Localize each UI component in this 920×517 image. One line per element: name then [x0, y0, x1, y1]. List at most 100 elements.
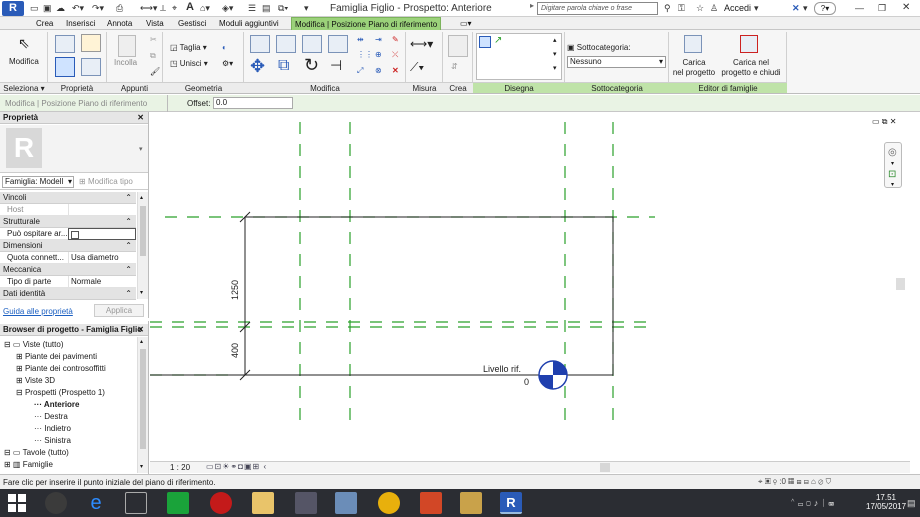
browser-scrollbar[interactable]: ▴ ▾	[137, 337, 148, 473]
copy-element-icon[interactable]: ⧉	[278, 57, 289, 75]
exchange-apps-icon[interactable]: ✕	[792, 3, 800, 14]
tab-inserisci[interactable]: Inserisci	[63, 17, 98, 30]
mirror-draw-icon[interactable]	[328, 35, 348, 53]
revit-taskbar-icon[interactable]: R	[500, 492, 522, 514]
search-icon[interactable]: ⚲	[664, 3, 671, 14]
chevron-down-icon[interactable]: ▾	[891, 160, 894, 167]
tray-icons[interactable]: ⌃ ▭ ◻ ♪ ᛁ ⌨	[790, 498, 834, 508]
join-icon[interactable]: ◐	[222, 43, 227, 52]
tab-vista[interactable]: Vista	[143, 17, 167, 30]
media-player-icon[interactable]	[45, 492, 67, 514]
search-expand-icon[interactable]: ▸	[530, 1, 535, 16]
join-geometry-button[interactable]: ◳ Unisci ▾	[170, 59, 208, 68]
edit-type-button[interactable]: ⊞ Modifica tipo	[79, 177, 133, 186]
scroll-up-icon[interactable]: ▴	[140, 338, 143, 345]
cloud-icon[interactable]: ☁	[56, 3, 65, 14]
similar-icon[interactable]: ⇵	[451, 62, 458, 71]
chevron-down-icon[interactable]: ▾	[754, 3, 759, 14]
minimize-icon[interactable]: ▭	[872, 117, 880, 126]
status-icons[interactable]: ⌖ ▣ ⚲ :0 ▦ ⊞ ⊟ ⌂ ⊘ ⛉	[758, 477, 831, 487]
close-icon[interactable]: ✕	[137, 324, 144, 336]
close-icon[interactable]: ✕	[137, 112, 144, 124]
view-scale[interactable]: 1 : 20	[170, 463, 190, 472]
dimension-text-upper[interactable]: 1250	[230, 280, 240, 300]
thin-lines-icon[interactable]: ☰	[248, 3, 256, 14]
tree-indietro[interactable]: ··· Indietro	[34, 424, 71, 433]
minimize-icon[interactable]: —	[855, 3, 864, 13]
checkbox[interactable]	[71, 231, 79, 239]
offset-input[interactable]: 0.0	[213, 97, 293, 109]
tab-crea[interactable]: Crea	[33, 17, 56, 30]
tab-modifica-posizione[interactable]: Modifica | Posizione Piano di riferiment…	[291, 17, 442, 31]
print-icon[interactable]: ⎙	[116, 3, 123, 14]
group-dati-identita[interactable]: Dati identità ⌃	[0, 288, 136, 300]
family-type-select[interactable]: Famiglia: Modell ▾	[2, 176, 74, 188]
chrome-icon[interactable]	[378, 492, 400, 514]
zoom-icon[interactable]: ⊡	[888, 169, 896, 180]
notifications-icon[interactable]: ▤	[907, 498, 916, 509]
horizontal-scroll-thumb[interactable]	[600, 463, 610, 472]
tab-annota[interactable]: Annota	[104, 17, 135, 30]
close-hidden-icon[interactable]: ▤	[262, 3, 271, 14]
undo-icon[interactable]: ↶▾	[72, 3, 84, 14]
open-icon[interactable]: ▭	[30, 3, 39, 14]
level-head-icon[interactable]	[538, 360, 568, 390]
measure-tool-icon[interactable]: ⟷▾	[410, 37, 433, 51]
view-control-icons[interactable]: ▭⊡☀⚭◘▣⊞ ‹	[206, 462, 267, 471]
paste-label[interactable]: Incolla	[114, 58, 137, 67]
aligned-dimension-icon[interactable]: ⟋▾	[410, 60, 424, 75]
edge-icon[interactable]: e	[85, 492, 107, 514]
prop-tipo-parte-value[interactable]: Normale	[68, 276, 136, 288]
unpin-red-icon[interactable]: ⤫	[392, 50, 398, 60]
chevron-down-icon[interactable]: ▾	[803, 3, 808, 14]
properties-icon[interactable]	[55, 57, 75, 77]
restore-icon[interactable]: ⧉	[882, 117, 888, 126]
group-meccanica[interactable]: Meccanica ⌃	[0, 264, 136, 276]
line-tool-icon[interactable]	[479, 36, 491, 48]
copy-icon[interactable]: ⧉	[150, 51, 156, 61]
create-group-icon[interactable]	[448, 35, 468, 57]
pick-lines-icon[interactable]: ↗	[494, 35, 502, 46]
help-button[interactable]: ?▾	[814, 2, 836, 15]
tag-icon[interactable]: ⌖	[172, 3, 177, 14]
store-icon[interactable]	[167, 492, 189, 514]
application-menu-button[interactable]: R	[2, 1, 24, 16]
rotate-icon[interactable]: ↻	[304, 55, 319, 76]
load-and-close-button[interactable]: Carica nel progetto e chiudi	[718, 58, 784, 78]
group-dimensioni[interactable]: Dimensioni ⌃	[0, 240, 136, 252]
apply-button[interactable]: Applica	[94, 304, 144, 317]
scroll-down-icon[interactable]: ▾	[140, 289, 143, 296]
dimension-icon[interactable]: ⟂	[160, 3, 166, 14]
tree-piante-controsoffitti[interactable]: ⊞ Piante dei controsoffitti	[16, 364, 106, 373]
tree-prospetti[interactable]: ⊟ Prospetti (Prospetto 1)	[16, 388, 105, 397]
properties-help-link[interactable]: Guida alle proprietà	[3, 307, 73, 316]
favorites-icon[interactable]: ☆	[696, 3, 704, 14]
tray-clock[interactable]: 17.51 17/05/2017	[866, 493, 906, 511]
qat-customize-icon[interactable]: ▾	[304, 3, 309, 14]
ribbon-minimize-icon[interactable]: ▭▾	[457, 17, 475, 30]
split-icon[interactable]: ⇹	[357, 35, 364, 44]
panel-seleziona[interactable]: Seleziona ▾	[0, 82, 48, 93]
scale-icon[interactable]: ⤢	[357, 66, 363, 76]
game-icon[interactable]	[460, 492, 482, 514]
family-category-icon[interactable]	[81, 58, 101, 76]
close-icon[interactable]: ✕	[902, 2, 910, 13]
align-icon[interactable]	[250, 35, 270, 53]
gallery-up-icon[interactable]: ▴	[553, 36, 557, 44]
windows-start-icon[interactable]	[8, 494, 26, 512]
sign-in-button[interactable]: Accedi	[724, 3, 751, 13]
photos-icon[interactable]	[335, 492, 357, 514]
scroll-down-icon[interactable]: ▾	[140, 463, 143, 470]
chevron-down-icon[interactable]: ▾	[891, 181, 894, 188]
subscription-icon[interactable]: ⚿	[678, 3, 685, 14]
load-and-close-icon[interactable]	[740, 35, 758, 53]
user-icon[interactable]: ♙	[710, 3, 718, 14]
trim-icon[interactable]: ⊣	[330, 57, 342, 74]
gallery-down-icon[interactable]: ▾	[553, 50, 557, 58]
type-properties-icon[interactable]	[55, 35, 75, 53]
save-icon[interactable]: ▣	[43, 3, 52, 14]
dimension-text-lower[interactable]: 400	[230, 343, 240, 358]
wall-joins-icon[interactable]: ⚙▾	[222, 59, 233, 68]
scroll-thumb[interactable]	[140, 349, 146, 449]
level-name[interactable]: Livello rif.	[483, 364, 521, 374]
